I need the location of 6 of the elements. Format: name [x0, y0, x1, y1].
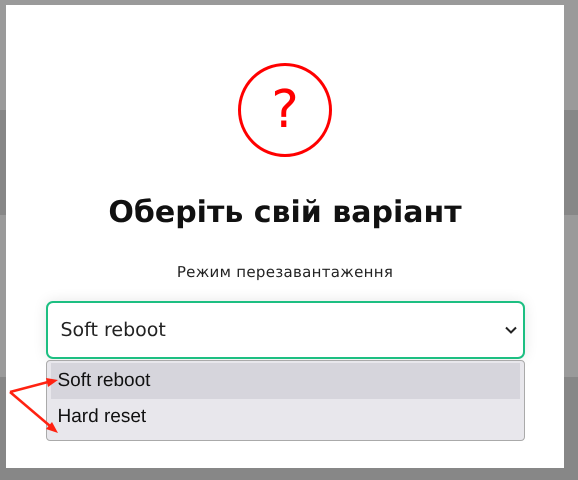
chevron-down-icon	[504, 326, 516, 334]
question-icon: ?	[238, 63, 332, 157]
dropdown-option[interactable]: Soft reboot	[50, 363, 520, 399]
dialog-title: Оберіть свій варіант	[108, 195, 462, 230]
field-label: Режим перезавантаження	[176, 263, 394, 281]
select-field[interactable]: Soft reboot	[46, 301, 524, 359]
